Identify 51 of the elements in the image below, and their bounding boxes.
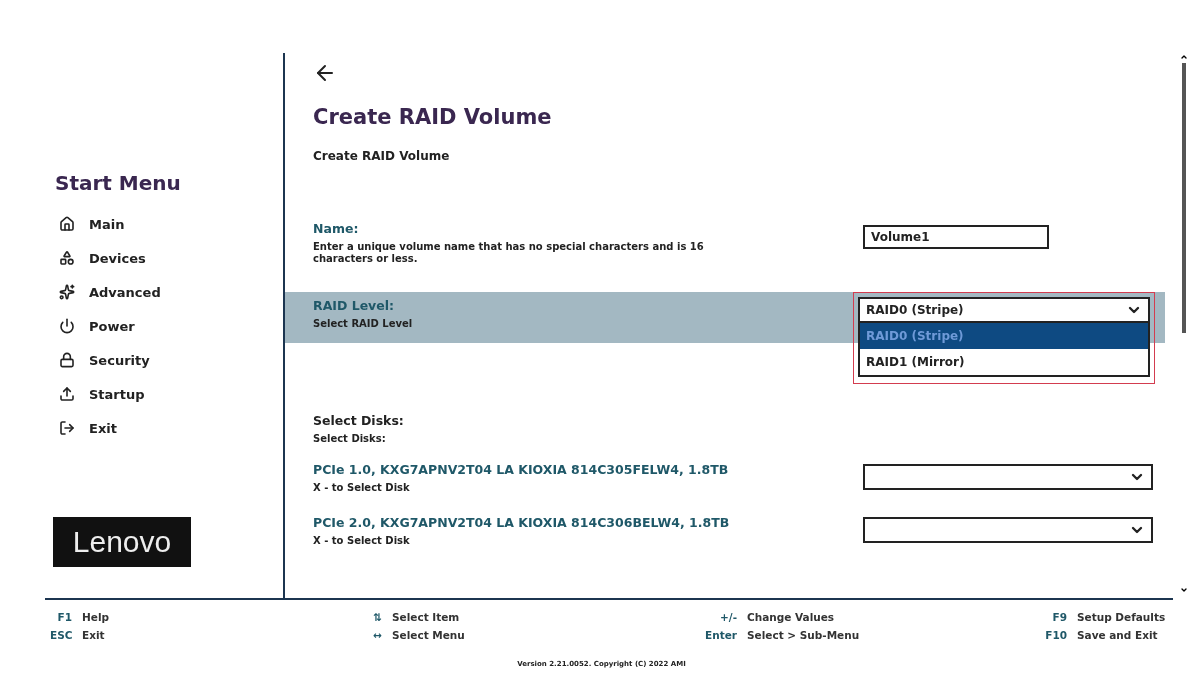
key-action: Help (82, 611, 110, 623)
key-action: Setup Defaults (1077, 611, 1166, 623)
setting-label: PCIe 1.0, KXG7APNV2T04 LA KIOXIA 814C305FELW4, 1.8TB (313, 462, 730, 477)
key-action: Change Values (747, 611, 835, 623)
setting-help: Select RAID Level (313, 318, 414, 330)
menu-item[interactable]: Startup (59, 377, 259, 411)
name-field[interactable]: Volume1 (863, 225, 1049, 249)
setting-help: Enter a unique volume name that has no special characters and is 16 characters or less. (313, 241, 705, 265)
dropdown[interactable]: RAID0 (Stripe) (858, 297, 1150, 323)
sparkle-icon (59, 284, 75, 300)
setting-help: X - to Select Disk (313, 535, 411, 547)
setting-label: PCIe 2.0, KXG7APNV2T04 LA KIOXIA 814C306BELW4, 1.8TB (313, 515, 731, 530)
setting-help: X - to Select Disk (313, 482, 411, 494)
exit-icon (59, 420, 75, 436)
key-label: ↔ (372, 629, 382, 641)
key-label: F9 (1051, 611, 1067, 623)
menu-item[interactable]: Devices (59, 241, 259, 275)
scrollbar-thumb[interactable] (1182, 63, 1186, 333)
key-label: ⇅ (372, 611, 382, 623)
key-action: Select Menu (392, 629, 465, 641)
setting-label: RAID Level: (313, 298, 396, 313)
setting-label: Select Disks: (313, 413, 405, 428)
menu-item[interactable]: Power (59, 309, 259, 343)
key-label: Enter (704, 629, 737, 641)
key-label: F1 (56, 611, 72, 623)
setting-label: Name: (313, 221, 360, 236)
setting-help: Select Disks: (313, 433, 387, 445)
menu-title: Start Menu (55, 171, 182, 195)
page-subtitle: Create RAID Volume (313, 149, 451, 163)
house-icon (59, 216, 75, 232)
key-label: F10 (1044, 629, 1067, 641)
menu-item[interactable]: Security (59, 343, 259, 377)
power-icon (59, 318, 75, 334)
menu-item[interactable]: Advanced (59, 275, 259, 309)
scroll-up-icon[interactable] (1180, 53, 1188, 61)
logo: Lenovo (53, 517, 191, 567)
lock-icon (59, 352, 75, 368)
scroll-down-icon[interactable] (1180, 586, 1188, 594)
key-action: Exit (82, 629, 105, 641)
key-label: +/- (719, 611, 737, 623)
page-title: Create RAID Volume (313, 105, 553, 129)
menu-item[interactable]: Exit (59, 411, 259, 445)
key-label: ESC (50, 629, 72, 641)
key-action: Save and Exit (1077, 629, 1158, 641)
key-action: Select > Sub-Menu (747, 629, 860, 641)
shapes-icon (59, 250, 75, 266)
upload-icon (59, 386, 75, 402)
dropdown[interactable] (863, 517, 1153, 543)
key-action: Select Item (392, 611, 460, 623)
dropdown[interactable] (863, 464, 1153, 490)
menu-item[interactable]: Main (59, 207, 259, 241)
